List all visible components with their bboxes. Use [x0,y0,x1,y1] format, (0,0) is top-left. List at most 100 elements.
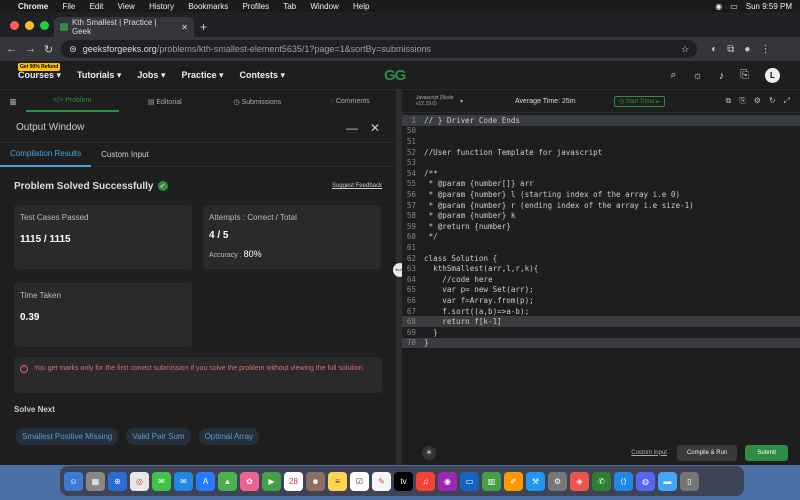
new-tab-icon[interactable]: + [200,20,207,34]
code-line[interactable]: 66 var f=Array.from(p); [402,295,800,306]
code-editor[interactable]: 1 // } Driver Code Ends 50 51 52 //User funct… [402,113,800,440]
chevron-down-icon[interactable]: ▾ [460,98,463,105]
next-problem-chip[interactable]: Valid Pair Sum [126,428,191,445]
pages-icon[interactable]: ✐ [504,471,523,491]
menu-app[interactable]: Chrome [18,2,48,11]
clock[interactable]: Sun 9:59 PM [746,2,792,11]
tab-compilation-results[interactable]: Compilation Results [0,143,92,167]
nav-courses[interactable]: Courses ▾ [18,70,61,81]
tab-comments[interactable]: ◌ Comments [304,92,397,111]
theme-bulb-icon[interactable]: ☀ [422,445,436,460]
close-icon[interactable]: ✕ [370,121,380,135]
user-avatar[interactable]: L [765,68,780,83]
language-select[interactable]: Javascript (Node v12.19.0) [416,95,460,107]
music-icon[interactable]: ♫ [416,471,435,491]
xcode-icon[interactable]: ⚒ [526,471,545,491]
extension-icon[interactable]: ◐ [711,44,717,55]
bookmark-star-icon[interactable]: ☆ [681,44,689,55]
code-line[interactable]: 64 //code here [402,274,800,285]
finder-icon[interactable]: ☺ [64,471,83,491]
messages-icon[interactable]: ✉ [152,471,171,491]
calendar-icon[interactable]: 28 [284,471,303,491]
wifi-icon[interactable]: ◉ [715,2,722,11]
code-line[interactable]: 56 * @param {number} l (starting index o… [402,189,800,200]
menu-bookmarks[interactable]: Bookmarks [188,2,228,11]
discord-icon[interactable]: ◍ [636,471,655,491]
back-icon[interactable]: ← [6,43,17,55]
trash-icon[interactable]: ▯ [680,471,699,491]
code-line[interactable]: 53 [402,157,800,168]
code-line[interactable]: 63 kthSmallest(arr,l,r,k){ [402,263,800,274]
system-settings-icon[interactable]: ⚙ [548,471,567,491]
tab-custom-input[interactable]: Custom Input [91,143,159,167]
nav-jobs[interactable]: Jobs ▾ [137,70,165,81]
app-store-icon[interactable]: A [196,471,215,491]
menu-help[interactable]: Help [353,2,369,11]
code-line[interactable]: 50 [402,126,800,137]
translate-icon[interactable]: ⎘ [740,69,749,82]
photos-icon[interactable]: ✿ [240,471,259,491]
code-line[interactable]: 62 class Solution { [402,253,800,264]
menu-view[interactable]: View [118,2,135,11]
minimize-icon[interactable]: — [346,121,358,135]
profile-icon[interactable]: ● [744,44,750,55]
settings-icon[interactable]: ⚙ [754,96,761,106]
apple-tv-icon[interactable]: tv [394,471,413,491]
vscode-icon[interactable]: ⟨⟩ [614,471,633,491]
code-line[interactable]: 1 // } Driver Code Ends [402,115,800,126]
code-line[interactable]: 70} [402,337,800,349]
code-line[interactable]: 57 * @param {number} r (ending index of … [402,200,800,211]
gfg-logo[interactable]: GG [384,67,406,84]
code-line[interactable]: 68 return f[k-1] [402,316,800,327]
menu-tab[interactable]: Tab [283,2,296,11]
code-line[interactable]: 58 * @param {number} k [402,210,800,221]
browser-tab[interactable]: Kth Smallest | Practice | Geek ✕ [54,17,194,37]
reload-icon[interactable]: ↻ [44,43,53,56]
minimize-window-icon[interactable] [25,21,34,30]
freeform-icon[interactable]: ✎ [372,471,391,491]
mail-icon[interactable]: ✉ [174,471,193,491]
copy-icon[interactable]: ⧉ [726,96,732,106]
nav-tutorials[interactable]: Tutorials ▾ [77,70,121,81]
launchpad-icon[interactable]: ▦ [86,471,105,491]
code-line[interactable]: 54 /** [402,168,800,179]
menu-file[interactable]: File [62,2,75,11]
numbers-icon[interactable]: ▥ [482,471,501,491]
nav-practice[interactable]: Practice ▾ [181,70,223,81]
safari-icon[interactable]: ⊕ [108,471,127,491]
code-line[interactable]: 60 */ [402,232,800,243]
forward-icon[interactable]: → [25,43,36,55]
refund-badge[interactable]: Get 90% Refund [18,63,61,71]
code-line[interactable]: 65 var p= new Set(arr); [402,285,800,296]
reminders-icon[interactable]: ☑ [350,471,369,491]
next-problem-chip[interactable]: Smallest Positive Missing [16,428,119,445]
menu-profiles[interactable]: Profiles [242,2,269,11]
code-line[interactable]: 52 //User function Template for javascrip… [402,147,800,158]
code-line[interactable]: 69 } [402,327,800,338]
code-line[interactable]: 59 * @return {number} [402,221,800,232]
code-line[interactable]: 67 f.sort((a,b)=>a-b); [402,306,800,317]
maximize-window-icon[interactable] [40,21,49,30]
preview-icon[interactable]: ◈ [570,471,589,491]
menu-window[interactable]: Window [310,2,338,11]
maps-icon[interactable]: ▲ [218,471,237,491]
close-window-icon[interactable] [10,21,19,30]
url-bar[interactable]: ⊜ geeksforgeeks.org/problems/kth-smalles… [61,40,698,58]
code-line[interactable]: 61 [402,242,800,253]
next-problem-chip[interactable]: Optimal Array [198,428,260,445]
menu-history[interactable]: History [149,2,174,11]
battery-icon[interactable]: ▭ [730,2,738,11]
suggest-feedback-link[interactable]: Suggest Feedback [332,183,382,189]
custom-input-link[interactable]: Custom Input [631,450,667,456]
code-line[interactable]: 55 * @param {number[]} arr [402,179,800,190]
tab-submissions[interactable]: ◷ Submissions [211,92,304,112]
hamburger-menu-icon[interactable]: ≡ [0,95,26,109]
facetime-icon[interactable]: ▶ [262,471,281,491]
whatsapp-icon[interactable]: ✆ [592,471,611,491]
tab-problem[interactable]: </> Problem [26,91,119,112]
theme-toggle-icon[interactable]: ☼ [693,70,703,82]
code-line[interactable]: 51 [402,136,800,147]
tab-editorial[interactable]: ▤ Editorial [119,92,212,112]
refresh-icon[interactable]: ↻ [769,96,776,106]
compile-run-button[interactable]: Compile & Run [676,444,738,461]
